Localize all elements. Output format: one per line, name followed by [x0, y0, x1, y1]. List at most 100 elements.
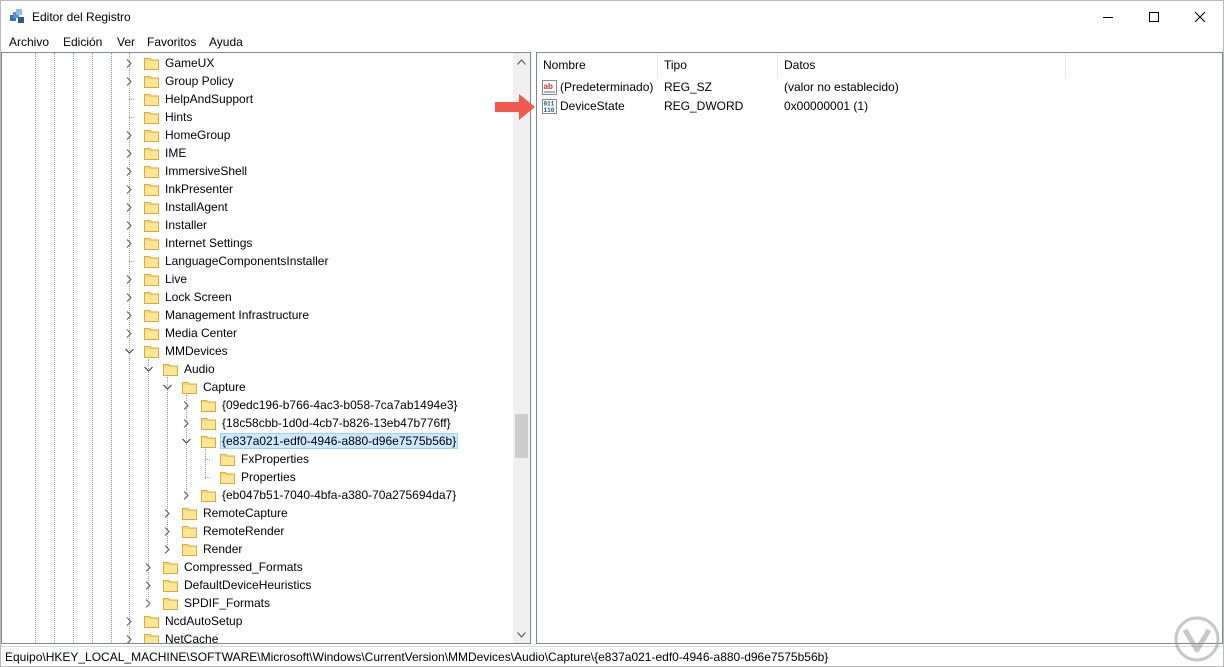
folder-icon: [144, 200, 159, 214]
tree-node[interactable]: Media Center: [124, 324, 239, 342]
folder-icon: [144, 146, 159, 160]
chevron-right-icon[interactable]: [181, 414, 191, 432]
tree-node[interactable]: Lock Screen: [124, 288, 234, 306]
chevron-right-icon[interactable]: [143, 558, 153, 576]
chevron-right-icon[interactable]: [162, 504, 172, 522]
chevron-down-icon[interactable]: [124, 342, 134, 360]
tree-node[interactable]: {18c58cbb-1d0d-4cb7-b826-13eb47b776ff}: [181, 414, 453, 432]
tree-node[interactable]: Group Policy: [124, 72, 236, 90]
chevron-right-icon[interactable]: [181, 486, 191, 504]
scroll-down-button[interactable]: [513, 626, 530, 643]
close-button[interactable]: [1177, 1, 1223, 32]
site-logo-watermark-icon: [1174, 616, 1220, 662]
tree-node[interactable]: SPDIF_Formats: [143, 594, 272, 612]
chevron-right-icon[interactable]: [124, 216, 134, 234]
tree-node-label: Hints: [165, 110, 193, 124]
chevron-right-icon[interactable]: [124, 126, 134, 144]
folder-icon: [182, 542, 197, 556]
chevron-right-icon[interactable]: [124, 324, 134, 342]
tree-node-label: ImmersiveShell: [165, 164, 248, 178]
minimize-button[interactable]: [1085, 1, 1131, 32]
status-bar: Equipo\HKEY_LOCAL_MACHINE\SOFTWARE\Micro…: [1, 646, 1223, 666]
values-list-pane[interactable]: Nombre Tipo Datos ab (Predeterminado) RE…: [536, 52, 1223, 644]
folder-icon: [144, 614, 159, 628]
tree-node-label: Render: [203, 542, 243, 556]
chevron-right-icon[interactable]: [124, 612, 134, 630]
chevron-right-icon[interactable]: [124, 162, 134, 180]
tree-node[interactable]: NetCache: [124, 630, 220, 643]
tree-node[interactable]: Render: [162, 540, 244, 558]
tree-node[interactable]: LanguageComponentsInstaller: [124, 252, 330, 270]
tree-guide-line: [111, 53, 112, 643]
tree-node[interactable]: MMDevices: [124, 342, 230, 360]
chevron-right-icon[interactable]: [124, 180, 134, 198]
tree-node[interactable]: RemoteCapture: [162, 504, 290, 522]
column-header-tipo[interactable]: Tipo: [658, 53, 778, 78]
scroll-thumb[interactable]: [515, 414, 528, 458]
tree-node[interactable]: Compressed_Formats: [143, 558, 305, 576]
tree-node-label: Audio: [184, 362, 215, 376]
tree-node[interactable]: Internet Settings: [124, 234, 254, 252]
chevron-right-icon[interactable]: [124, 144, 134, 162]
menu-edicion[interactable]: Edición: [63, 35, 102, 49]
tree-node[interactable]: Management Infrastructure: [124, 306, 311, 324]
chevron-right-icon[interactable]: [143, 576, 153, 594]
value-row[interactable]: 011 110 DeviceState REG_DWORD 0x00000001…: [537, 97, 1222, 116]
scroll-up-button[interactable]: [513, 53, 530, 70]
tree-node[interactable]: InkPresenter: [124, 180, 235, 198]
tree-node[interactable]: IME: [124, 144, 188, 162]
chevron-down-icon[interactable]: [162, 378, 172, 396]
tree-node[interactable]: FxProperties: [200, 450, 311, 468]
tree-node[interactable]: NcdAutoSetup: [124, 612, 244, 630]
chevron-right-icon[interactable]: [124, 288, 134, 306]
tree-node[interactable]: Hints: [124, 108, 194, 126]
tree-node[interactable]: Live: [124, 270, 189, 288]
tree-node-label: NcdAutoSetup: [165, 614, 243, 628]
tree-node-label: Properties: [241, 470, 296, 484]
chevron-down-icon[interactable]: [143, 360, 153, 378]
folder-icon: [144, 308, 159, 322]
chevron-right-icon[interactable]: [124, 234, 134, 252]
title-bar[interactable]: Editor del Registro: [1, 1, 1223, 32]
tree-node[interactable]: GameUX: [124, 54, 216, 72]
chevron-right-icon[interactable]: [162, 540, 172, 558]
column-header-datos[interactable]: Datos: [778, 53, 1066, 78]
chevron-right-icon[interactable]: [143, 594, 153, 612]
tree-node[interactable]: Capture: [162, 378, 248, 396]
maximize-button[interactable]: [1131, 1, 1177, 32]
tree-node[interactable]: {09edc196-b766-4ac3-b058-7ca7ab1494e3}: [181, 396, 460, 414]
chevron-right-icon[interactable]: [181, 396, 191, 414]
menu-ayuda[interactable]: Ayuda: [209, 35, 243, 49]
tree-node-label: LanguageComponentsInstaller: [165, 254, 329, 268]
chevron-right-icon[interactable]: [162, 522, 172, 540]
value-row[interactable]: ab (Predeterminado) REG_SZ (valor no est…: [537, 78, 1222, 97]
tree-node[interactable]: HelpAndSupport: [124, 90, 255, 108]
tree-node[interactable]: {eb047b51-7040-4bfa-a380-70a275694da7}: [181, 486, 458, 504]
chevron-right-icon[interactable]: [124, 306, 134, 324]
chevron-right-icon[interactable]: [124, 198, 134, 216]
tree-node[interactable]: {e837a021-edf0-4946-a880-d96e7575b56b}: [181, 432, 459, 450]
menu-ver[interactable]: Ver: [117, 35, 135, 49]
chevron-right-icon[interactable]: [124, 54, 134, 72]
chevron-down-icon[interactable]: [181, 432, 191, 450]
chevron-down-icon: [517, 631, 526, 638]
tree-node[interactable]: Installer: [124, 216, 209, 234]
menu-favoritos[interactable]: Favoritos: [147, 35, 196, 49]
menu-archivo[interactable]: Archivo: [9, 35, 49, 49]
tree-node[interactable]: DefaultDeviceHeuristics: [143, 576, 313, 594]
tree-node-label: {eb047b51-7040-4bfa-a380-70a275694da7}: [222, 488, 457, 502]
column-header-nombre[interactable]: Nombre: [537, 53, 658, 78]
tree-node[interactable]: InstallAgent: [124, 198, 230, 216]
tree-node[interactable]: Audio: [143, 360, 217, 378]
chevron-right-icon[interactable]: [124, 630, 134, 643]
tree-node[interactable]: HomeGroup: [124, 126, 232, 144]
chevron-right-icon[interactable]: [124, 270, 134, 288]
tree-node[interactable]: Properties: [200, 468, 298, 486]
tree-node[interactable]: ImmersiveShell: [124, 162, 249, 180]
tree-vertical-scrollbar[interactable]: [513, 53, 530, 643]
folder-icon: [182, 524, 197, 538]
tree-node[interactable]: RemoteRender: [162, 522, 286, 540]
folder-icon: [163, 578, 178, 592]
chevron-right-icon[interactable]: [124, 72, 134, 90]
key-tree-pane[interactable]: GameUX Group Policy HelpAndSupport Hints Hom…: [1, 52, 531, 644]
